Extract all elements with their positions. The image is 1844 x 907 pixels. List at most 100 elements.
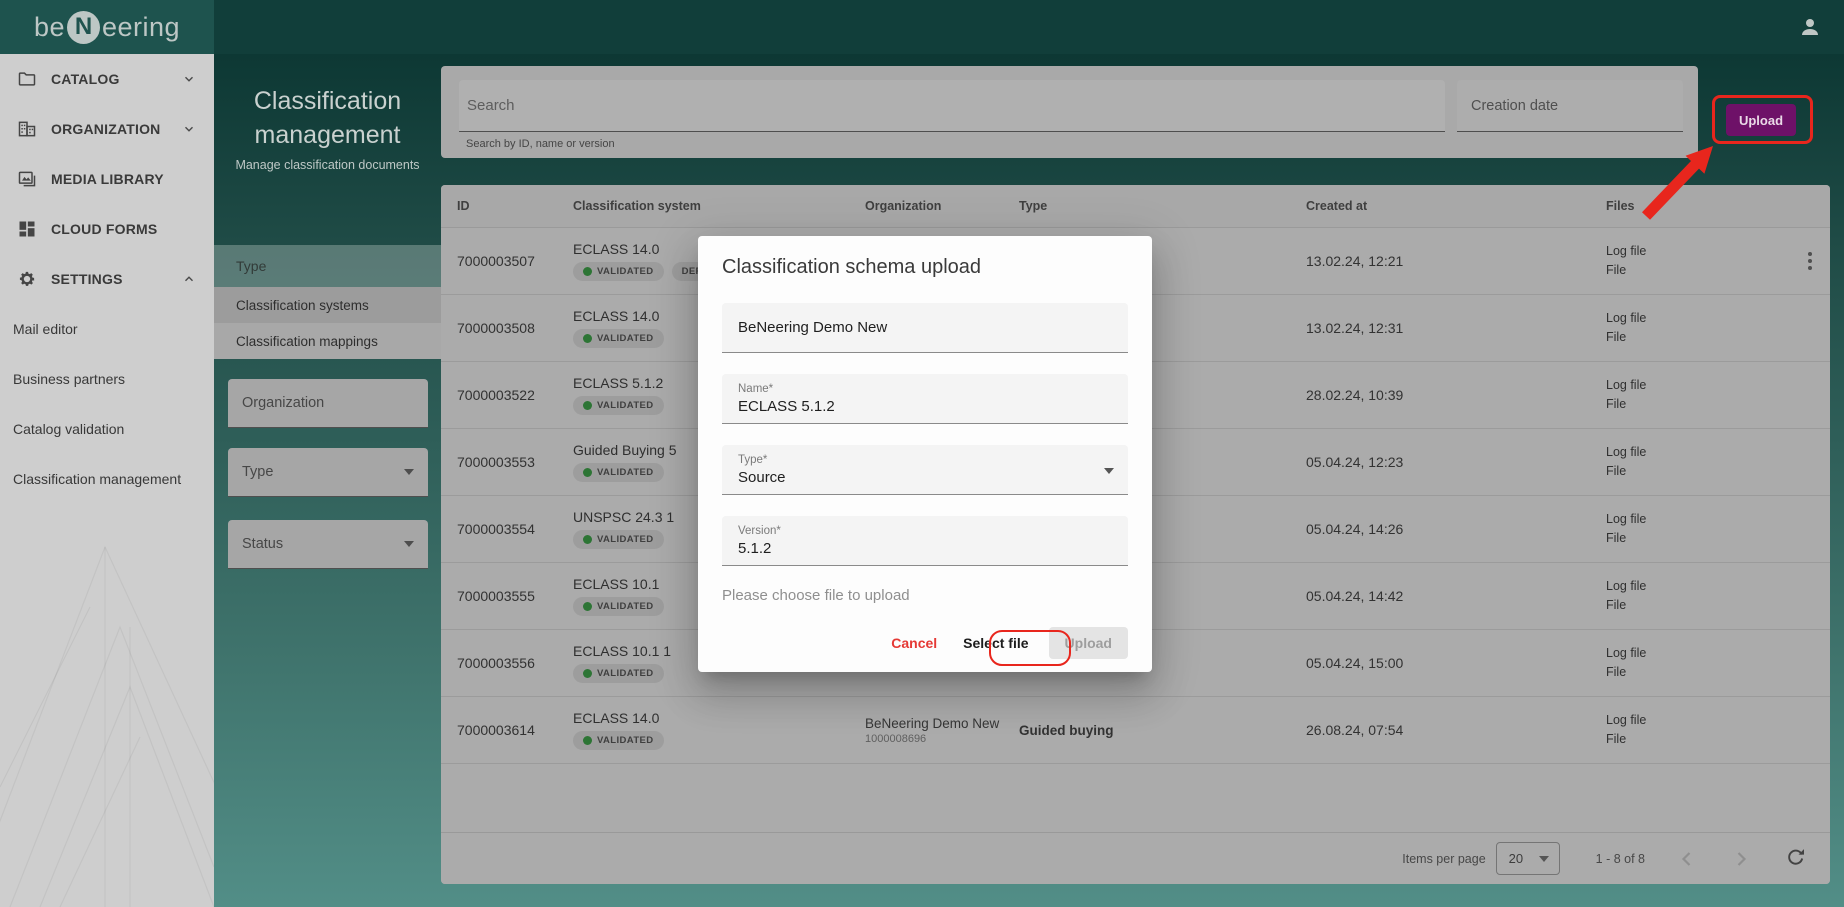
file-link[interactable]: File [1606,261,1790,280]
sidebar-watermark [0,545,214,907]
column-header: Files [1606,199,1635,213]
file-link[interactable]: Log file [1606,242,1790,261]
version-label: Version* [738,524,781,537]
select-file-button[interactable]: Select file [955,627,1036,659]
dialog-upload-button[interactable]: Upload [1048,627,1128,659]
file-link[interactable]: File [1606,395,1790,414]
file-link[interactable]: Log file [1606,443,1790,462]
file-link[interactable]: File [1606,730,1790,749]
name-value: ECLASS 5.1.2 [738,397,835,415]
sidebar-item-label: CATALOG [51,71,120,87]
chevron-down-icon [1538,855,1549,862]
file-link[interactable]: Log file [1606,644,1790,663]
validated-dot-icon [583,669,592,678]
status-badge: VALIDATED [573,463,664,482]
sidebar-item-mail-editor[interactable]: Mail editor [0,304,214,354]
status-badge: VALIDATED [573,597,664,616]
column-header: Classification system [573,199,701,213]
next-page-icon[interactable] [1729,847,1753,871]
filter-option-classification-mappings[interactable]: Classification mappings [214,323,441,359]
chevron-down-icon [404,541,414,547]
page-size-select[interactable]: 20 [1495,842,1560,875]
sidebar-item-label: MEDIA LIBRARY [51,171,164,187]
table-row[interactable]: 7000003614 ECLASS 14.0 VALIDATED BeNeering … [441,697,1830,764]
file-link[interactable]: File [1606,663,1790,682]
sidebar-item-settings[interactable]: SETTINGS [0,254,214,304]
file-link[interactable]: File [1606,529,1790,548]
creation-date-placeholder: Creation date [1471,97,1559,114]
sidebar-item-media-library[interactable]: MEDIA LIBRARY [0,154,214,204]
sidebar-item-cloud-forms[interactable]: CLOUD FORMS [0,204,214,254]
creation-date-input[interactable]: Creation date [1457,80,1683,132]
cell-files: Log file File [1606,577,1790,615]
file-link[interactable]: Log file [1606,376,1790,395]
cell-files: Log file File [1606,376,1790,414]
sidebar-item-classification-management[interactable]: Classification management [0,454,214,504]
search-card: Search Search by ID, name or version Cre… [441,66,1698,158]
organization-id: 1000008696 [865,732,927,745]
file-link[interactable]: Log file [1606,510,1790,529]
organization-icon [18,121,36,137]
upload-button[interactable]: Upload [1726,104,1796,136]
refresh-icon[interactable] [1785,848,1806,869]
logo-text-pre: be [33,11,65,42]
status-badge: VALIDATED [573,262,664,281]
sidebar-item-business-partners[interactable]: Business partners [0,354,214,404]
type-select[interactable]: Type* Source [722,445,1128,495]
organization-filter-placeholder: Organization [242,395,325,411]
status-badge: VALIDATED [573,664,664,683]
cell-created-at: 13.02.24, 12:21 [1306,253,1404,269]
file-link[interactable]: File [1606,462,1790,481]
file-link[interactable]: Log file [1606,309,1790,328]
cell-type: Guided buying [1019,722,1114,738]
cell-organization: BeNeering Demo New 1000008696 [865,716,1019,745]
file-link[interactable]: File [1606,596,1790,615]
cell-actions [1790,248,1830,274]
cancel-button[interactable]: Cancel [885,627,943,659]
cell-created-at: 05.04.24, 14:42 [1306,588,1404,604]
sidebar-item-catalog[interactable]: CATALOG [0,54,214,104]
version-field[interactable]: Version* 5.1.2 [722,516,1128,566]
sidebar-item-catalog-validation[interactable]: Catalog validation [0,404,214,454]
type-filter-select[interactable]: Type [228,448,428,497]
cell-created-at: 26.08.24, 07:54 [1306,722,1404,738]
cloud-forms-icon [19,221,35,237]
media-library-icon [18,171,36,187]
cell-id: 7000003614 [457,722,535,738]
filter-option-classification-systems[interactable]: Classification systems [214,287,441,323]
type-label: Type* [738,453,768,466]
organization-select[interactable]: BeNeering Demo New [722,303,1128,353]
cell-created-at: 05.04.24, 12:23 [1306,454,1404,470]
status-badge: VALIDATED [573,731,664,750]
user-icon[interactable] [1798,15,1822,39]
name-label: Name* [738,382,774,395]
validated-dot-icon [583,736,592,745]
sidebar-item-organization[interactable]: ORGANIZATION [0,104,214,154]
organization-filter-input[interactable]: Organization [228,379,428,428]
status-badge: VALIDATED [573,329,664,348]
name-field[interactable]: Name* ECLASS 5.1.2 [722,374,1128,424]
chevron-up-icon [185,276,193,282]
status-filter-select[interactable]: Status [228,520,428,569]
search-input[interactable]: Search [459,80,1445,132]
column-header: Type [1019,199,1048,213]
file-link[interactable]: Log file [1606,711,1790,730]
validated-dot-icon [583,602,592,611]
cell-created-at: 05.04.24, 15:00 [1306,655,1404,671]
system-name: ECLASS 14.0 [573,710,660,726]
logo[interactable]: be N eering [0,0,214,54]
page-subtitle: Manage classification documents [235,158,420,172]
file-link[interactable]: File [1606,328,1790,347]
cell-id: 7000003508 [457,320,535,336]
items-per-page-label: Items per page [1402,851,1486,866]
row-menu-icon[interactable] [1790,248,1830,274]
settings-icon [19,271,35,286]
validated-dot-icon [583,401,592,410]
chevron-down-icon [404,469,414,475]
validated-dot-icon [583,334,592,343]
previous-page-icon[interactable] [1675,847,1699,871]
cell-files: Log file File [1606,711,1790,749]
cell-files: Log file File [1606,644,1790,682]
sidebar: CATALOG ORGANIZATION MEDIA LIBRARY CLOUD… [0,54,214,907]
file-link[interactable]: Log file [1606,577,1790,596]
